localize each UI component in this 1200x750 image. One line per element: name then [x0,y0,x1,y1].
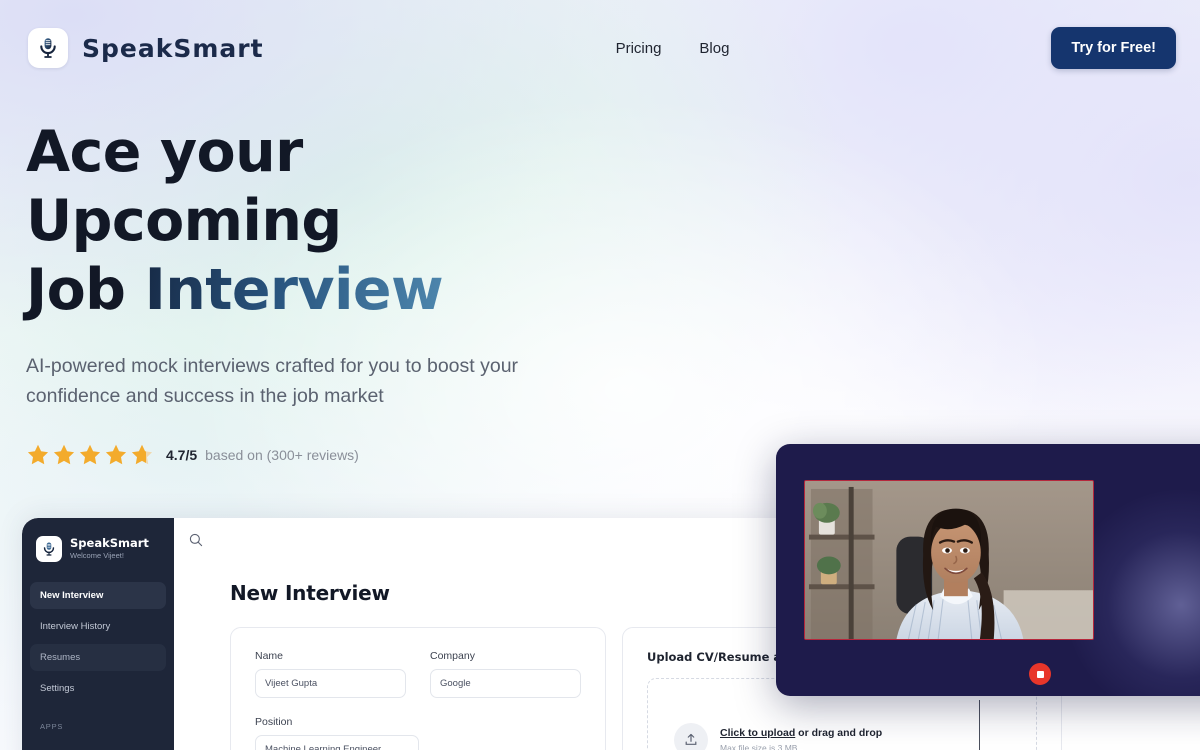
field-group-position: Position [255,716,419,750]
panel-divider [979,700,980,750]
dropzone-primary-text: Click to upload or drag and drop [720,727,882,739]
star-icon-partial [130,443,154,467]
main-nav: Pricing Blog [616,40,730,57]
label-company: Company [430,650,475,662]
rating-value: 4.7/5 [166,447,198,463]
field-group-company: Company [430,650,581,698]
site-header: SpeakSmart Pricing Blog Try for Free! [0,0,1200,96]
hero-subtitle: AI-powered mock interviews crafted for y… [26,355,519,407]
dropzone-hint: Max file size is 3 MB [720,743,798,750]
position-input[interactable] [255,735,419,750]
sidebar-nav: New Interview Interview History Resumes … [22,582,174,702]
landing-page: SpeakSmart Pricing Blog Try for Free! Ac… [0,0,1200,750]
sidebar-section-label: APPS [40,722,64,731]
page-title: Ace your Upcoming Job Interview [26,118,626,325]
microphone-icon [36,536,62,562]
sidebar-item-new-interview[interactable]: New Interview [30,582,166,609]
interviewee-webcam-feed [804,480,1094,640]
hero-heading-line2-plain: Job [26,257,145,323]
dropzone-text: Click to upload or drag and drop Max fil… [720,727,882,750]
upload-rest: or drag and drop [795,727,883,739]
label-position: Position [255,716,293,728]
interview-details-card: Name Company Position [230,627,606,750]
brand-name: SpeakSmart [82,33,264,63]
star-icon [104,443,128,467]
nav-link-pricing[interactable]: Pricing [616,40,662,57]
sidebar-welcome-text: Welcome Vijeet! [70,551,124,560]
dashboard-sidebar: SpeakSmart Welcome Vijeet! New Interview… [22,518,174,750]
star-icon [78,443,102,467]
rating-block: 4.7/5 based on (300+ reviews) [26,443,626,467]
hero-heading-line1: Ace your Upcoming [26,119,342,254]
upload-icon [674,723,708,750]
form-row: Name Company [255,650,581,698]
name-input[interactable] [255,669,406,698]
sidebar-brand: SpeakSmart Welcome Vijeet! [22,536,174,562]
nav-link-blog[interactable]: Blog [699,40,729,57]
rating-caption: based on (300+ reviews) [205,447,359,463]
stop-recording-button[interactable] [1029,663,1051,685]
hero-section: Ace your Upcoming Job Interview AI-power… [26,118,626,467]
hero-heading-accent: Interview [144,257,444,323]
interview-video-panel [776,444,1200,696]
star-icon [52,443,76,467]
star-rating [26,443,154,467]
sidebar-item-resumes[interactable]: Resumes [30,644,166,671]
sidebar-brand-name: SpeakSmart [70,536,149,550]
sidebar-item-interview-history[interactable]: Interview History [30,613,166,640]
label-name: Name [255,650,284,662]
stop-square-icon [1036,670,1044,678]
company-input[interactable] [430,669,581,698]
star-icon [26,443,50,467]
brand-logo-group[interactable]: SpeakSmart [28,28,264,68]
microphone-icon [28,28,68,68]
field-group-name: Name [255,650,406,698]
upload-link[interactable]: Click to upload [720,727,795,739]
sidebar-item-settings[interactable]: Settings [30,675,166,702]
try-for-free-button[interactable]: Try for Free! [1051,27,1176,69]
